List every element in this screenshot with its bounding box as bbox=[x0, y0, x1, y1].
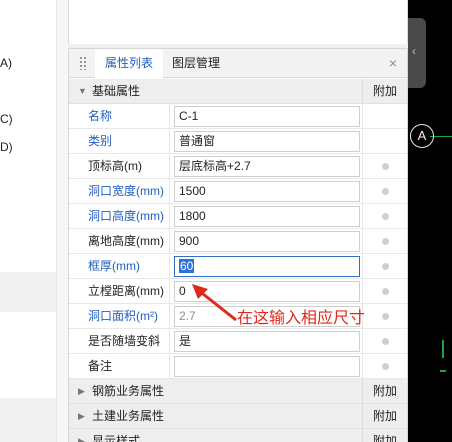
annotation-text: 在这输入相应尺寸 bbox=[237, 308, 366, 327]
property-label: 类别 bbox=[69, 129, 170, 154]
group-basic-properties[interactable]: ▼ 基础属性 附加 bbox=[69, 79, 407, 104]
left-option-label: D) bbox=[0, 140, 13, 154]
name-field[interactable]: C-1 bbox=[174, 106, 360, 127]
left-option-label: C) bbox=[0, 112, 13, 126]
attach-dot-icon[interactable] bbox=[382, 263, 389, 270]
attach-cell bbox=[362, 179, 407, 204]
property-panel: 属性列表 图层管理 × ▼ 基础属性 附加 名称 C-1 类别 普通窗 顶标高(… bbox=[68, 48, 408, 442]
group-title: 土建业务属性 bbox=[92, 409, 165, 423]
close-icon[interactable]: × bbox=[389, 55, 397, 71]
chevron-left-icon: ‹ bbox=[412, 44, 416, 58]
sill-height-field[interactable]: 900 bbox=[174, 231, 360, 252]
attach-cell bbox=[362, 329, 407, 354]
group-rebar-properties[interactable]: ▶ 钢筋业务属性 附加 bbox=[69, 379, 407, 404]
property-row-sill-height: 离地高度(mm) 900 bbox=[69, 229, 407, 254]
group-title: 基础属性 bbox=[92, 84, 141, 98]
attach-dot-icon[interactable] bbox=[382, 213, 389, 220]
left-side-panel: A) C) D) bbox=[0, 0, 56, 442]
attach-dot-icon[interactable] bbox=[382, 163, 389, 170]
opening-height-field[interactable]: 1800 bbox=[174, 206, 360, 227]
group-title: 钢筋业务属性 bbox=[92, 384, 165, 398]
caret-right-icon[interactable]: ▶ bbox=[78, 411, 85, 422]
property-label: 立樘距离(mm) bbox=[69, 279, 170, 304]
tab-layer-management[interactable]: 图层管理 bbox=[162, 49, 230, 78]
upper-panel-area bbox=[68, 0, 408, 44]
property-label: 离地高度(mm) bbox=[69, 229, 170, 254]
attach-column-header: 附加 bbox=[362, 404, 407, 429]
attach-cell bbox=[362, 229, 407, 254]
annotation-arrow-icon bbox=[192, 284, 237, 322]
frame-thickness-field[interactable]: 60 bbox=[174, 256, 360, 277]
tab-property-list[interactable]: 属性列表 bbox=[95, 49, 164, 79]
property-label: 框厚(mm) bbox=[69, 254, 170, 279]
property-label: 备注 bbox=[69, 354, 170, 379]
group-title: 显示样式 bbox=[92, 434, 141, 442]
property-label: 洞口高度(mm) bbox=[69, 204, 170, 229]
attach-cell bbox=[362, 129, 407, 154]
property-label: 洞口面积(m²) bbox=[69, 304, 170, 329]
left-list-item[interactable] bbox=[0, 272, 56, 312]
canvas-line bbox=[442, 340, 444, 358]
attach-cell bbox=[362, 104, 407, 129]
attach-dot-icon[interactable] bbox=[382, 363, 389, 370]
panel-tab-bar: 属性列表 图层管理 × bbox=[69, 49, 407, 79]
caret-down-icon[interactable]: ▼ bbox=[78, 86, 87, 96]
group-display-style[interactable]: ▶ 显示样式 附加 bbox=[69, 429, 407, 442]
follow-wall-slope-field[interactable]: 是 bbox=[174, 331, 360, 352]
top-elevation-field[interactable]: 层底标高+2.7 bbox=[174, 156, 360, 177]
caret-right-icon[interactable]: ▶ bbox=[78, 386, 85, 397]
attach-cell bbox=[362, 254, 407, 279]
property-label: 名称 bbox=[69, 104, 170, 129]
attach-dot-icon[interactable] bbox=[382, 288, 389, 295]
collapse-panel-button[interactable]: ‹ bbox=[408, 18, 426, 88]
attach-cell bbox=[362, 204, 407, 229]
remark-field[interactable] bbox=[174, 356, 360, 377]
property-row-remark: 备注 bbox=[69, 354, 407, 379]
attach-cell bbox=[362, 279, 407, 304]
attach-cell bbox=[362, 354, 407, 379]
property-row-frame-thickness: 框厚(mm) 60 bbox=[69, 254, 407, 279]
property-row-name: 名称 C-1 bbox=[69, 104, 407, 129]
property-label: 顶标高(m) bbox=[69, 154, 170, 179]
property-label: 是否随墙变斜 bbox=[69, 329, 170, 354]
opening-width-field[interactable]: 1500 bbox=[174, 181, 360, 202]
attach-dot-icon[interactable] bbox=[382, 238, 389, 245]
property-row-category: 类别 普通窗 bbox=[69, 129, 407, 154]
property-row-opening-width: 洞口宽度(mm) 1500 bbox=[69, 179, 407, 204]
attach-cell bbox=[362, 154, 407, 179]
left-option-label: A) bbox=[0, 56, 12, 70]
drag-handle-icon[interactable] bbox=[79, 56, 87, 70]
left-list-item[interactable] bbox=[0, 398, 56, 442]
attach-dot-icon[interactable] bbox=[382, 188, 389, 195]
property-label: 洞口宽度(mm) bbox=[69, 179, 170, 204]
attach-column-header: 附加 bbox=[362, 429, 407, 442]
attach-dot-icon[interactable] bbox=[382, 313, 389, 320]
attach-cell bbox=[362, 304, 407, 329]
property-row-top-elevation: 顶标高(m) 层底标高+2.7 bbox=[69, 154, 407, 179]
group-civil-properties[interactable]: ▶ 土建业务属性 附加 bbox=[69, 404, 407, 429]
attach-column-header: 附加 bbox=[362, 79, 407, 104]
attach-column-header: 附加 bbox=[362, 379, 407, 404]
axis-label-a[interactable]: A bbox=[410, 124, 434, 148]
left-scrollbar[interactable] bbox=[56, 0, 68, 442]
category-field[interactable]: 普通窗 bbox=[174, 131, 360, 152]
caret-right-icon[interactable]: ▶ bbox=[78, 436, 85, 442]
canvas-line bbox=[440, 370, 446, 372]
selected-text: 60 bbox=[179, 259, 195, 273]
property-row-opening-height: 洞口高度(mm) 1800 bbox=[69, 204, 407, 229]
attach-dot-icon[interactable] bbox=[382, 338, 389, 345]
property-row-follow-wall-slope: 是否随墙变斜 是 bbox=[69, 329, 407, 354]
property-grid: ▼ 基础属性 附加 名称 C-1 类别 普通窗 顶标高(m) 层底标高+2.7 … bbox=[69, 79, 407, 442]
